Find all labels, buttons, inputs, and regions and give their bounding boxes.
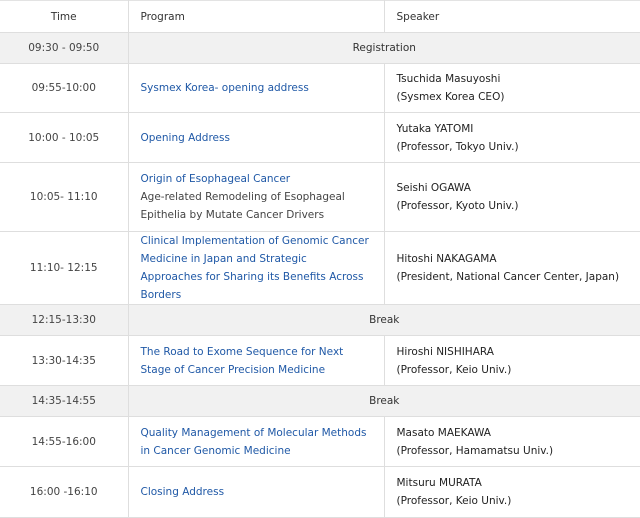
session-row: 14:55-16:00 Quality Management of Molecul…: [0, 416, 640, 467]
program-title: The Road to Exome Sequence for Next Stag…: [140, 345, 344, 376]
session-row: 11:10- 12:15 Clinical Implementation of G…: [0, 231, 640, 305]
session-time: 09:55-10:00: [0, 63, 129, 113]
program-subtitle: Age-related Remodeling of Esophageal Epi…: [140, 191, 345, 221]
span-label: Break: [127, 304, 640, 336]
session-time: 12:15-13:30: [0, 304, 129, 336]
session-row: 16:00 -16:10 Closing Address Mitsuru MURAT…: [0, 466, 640, 518]
program-title: Origin of Esophageal Cancer: [140, 173, 291, 185]
program-title: Closing Address: [140, 486, 225, 498]
program-cell: The Road to Exome Sequence for Next Stag…: [127, 335, 385, 386]
program-title: Quality Management of Molecular Methods …: [140, 426, 367, 457]
schedule-body: 09:30 - 09:50 Registration 09:55-10:00 Sysm…: [0, 32, 640, 518]
header-row: Time Program Speaker: [0, 0, 640, 33]
speaker-name: Mitsuru MURATA: [396, 477, 482, 489]
span-label: Break: [127, 385, 640, 417]
session-time: 16:00 -16:10: [0, 466, 129, 518]
speaker-header: Speaker: [383, 0, 640, 33]
speaker-name: Tsuchida Masuyoshi: [396, 73, 501, 85]
speaker-affiliation: (Professor, Keio Univ.): [396, 495, 512, 507]
session-row: 09:55-10:00 Sysmex Korea- opening address…: [0, 63, 640, 113]
speaker-affiliation: (Sysmex Korea CEO): [396, 91, 505, 103]
separator-row: 14:35-14:55 Break: [0, 385, 640, 417]
speaker-name: Hiroshi NISHIHARA: [396, 345, 494, 358]
speaker-name: Yutaka YATOMI: [396, 122, 474, 135]
program-title: Sysmex Korea- opening address: [140, 82, 309, 94]
speaker-affiliation: (Professor, Hamamatsu Univ.): [396, 444, 554, 457]
program-cell: Clinical Implementation of Genomic Cance…: [127, 231, 385, 305]
program-header: Program: [127, 0, 385, 33]
session-time: 14:55-16:00: [0, 416, 129, 467]
program-title: Clinical Implementation of Genomic Cance…: [140, 235, 369, 301]
speaker-name: Seishi OGAWA: [396, 182, 471, 194]
session-time: 11:10- 12:15: [0, 231, 129, 305]
session-time: 09:30 - 09:50: [0, 32, 129, 64]
speaker-cell: Yutaka YATOMI (Professor, Tokyo Univ.): [383, 112, 640, 163]
session-time: 10:05- 11:10: [0, 162, 129, 232]
session-time: 13:30-14:35: [0, 335, 129, 386]
program-cell: Sysmex Korea- opening address: [127, 63, 385, 113]
session-row: 10:05- 11:10 Origin of Esophageal Cancer A…: [0, 162, 640, 232]
schedule-table: Time Program Speaker 09:30 - 09:50 Regist…: [0, 0, 640, 518]
speaker-cell: Seishi OGAWA (Professor, Kyoto Univ.): [383, 162, 640, 232]
speaker-affiliation: (President, National Cancer Center, Japa…: [396, 271, 620, 283]
speaker-cell: Masato MAEKAWA (Professor, Hamamatsu Univ…: [383, 416, 640, 467]
speaker-cell: Hiroshi NISHIHARA (Professor, Keio Univ.): [383, 335, 640, 386]
speaker-cell: Hitoshi NAKAGAMA (President, National Can…: [383, 231, 640, 305]
separator-row: 12:15-13:30 Break: [0, 304, 640, 336]
session-row: 13:30-14:35 The Road to Exome Sequence fo…: [0, 335, 640, 386]
session-row: 10:00 - 10:05 Opening Address Yutaka YATOM…: [0, 112, 640, 163]
span-label: Registration: [127, 32, 640, 64]
program-cell: Closing Address: [127, 466, 385, 518]
speaker-affiliation: (Professor, Kyoto Univ.): [396, 200, 519, 212]
session-time: 14:35-14:55: [0, 385, 129, 417]
speaker-name: Hitoshi NAKAGAMA: [396, 253, 497, 265]
session-time: 10:00 - 10:05: [0, 112, 129, 163]
separator-row: 09:30 - 09:50 Registration: [0, 32, 640, 64]
speaker-cell: Mitsuru MURATA (Professor, Keio Univ.): [383, 466, 640, 518]
speaker-name: Masato MAEKAWA: [396, 426, 491, 439]
program-cell: Quality Management of Molecular Methods …: [127, 416, 385, 467]
speaker-affiliation: (Professor, Keio Univ.): [396, 363, 512, 376]
program-cell: Origin of Esophageal Cancer Age-related R…: [127, 162, 385, 232]
program-cell: Opening Address: [127, 112, 385, 163]
program-title: Opening Address: [140, 131, 230, 144]
time-header: Time: [0, 0, 129, 33]
speaker-cell: Tsuchida Masuyoshi (Sysmex Korea CEO): [383, 63, 640, 113]
speaker-affiliation: (Professor, Tokyo Univ.): [396, 140, 519, 153]
